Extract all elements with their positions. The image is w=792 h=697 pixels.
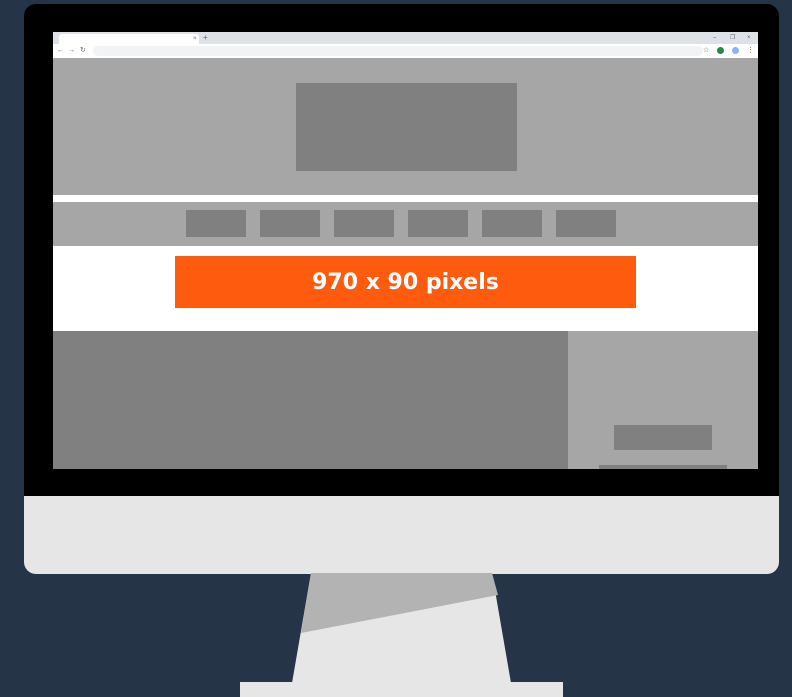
nav-bar-placeholder: [53, 202, 758, 246]
monitor-chin: [24, 496, 779, 574]
browser-screen: × + – ❐ × ← → ↻ ☆ ⋮ 970 x 90 pixels: [53, 32, 758, 469]
nav-item-placeholder: [260, 210, 320, 237]
forward-icon[interactable]: →: [68, 45, 75, 57]
nav-item-placeholder: [186, 210, 246, 237]
ad-size-label: 970 x 90 pixels: [312, 269, 499, 295]
sidebar-widget-placeholder: [614, 425, 712, 450]
monitor-base: [240, 682, 563, 697]
profile-avatar-icon[interactable]: [732, 47, 739, 54]
new-tab-icon[interactable]: +: [203, 33, 208, 43]
browser-toolbar: ← → ↻ ☆ ⋮: [53, 44, 758, 59]
browser-tab[interactable]: ×: [59, 34, 199, 44]
nav-item-placeholder: [334, 210, 394, 237]
address-bar[interactable]: [93, 46, 703, 56]
extension-icon[interactable]: [717, 47, 724, 54]
tab-strip: × + – ❐ ×: [53, 32, 758, 44]
logo-placeholder: [296, 83, 517, 171]
nav-item-placeholder: [408, 210, 468, 237]
close-tab-icon[interactable]: ×: [193, 34, 197, 44]
monitor-stand: [292, 573, 511, 683]
main-content-placeholder: [53, 331, 568, 469]
back-icon[interactable]: ←: [57, 45, 64, 57]
minimize-icon[interactable]: –: [713, 33, 716, 43]
sidebar-widget-placeholder: [599, 465, 727, 469]
leaderboard-ad-banner: 970 x 90 pixels: [175, 256, 636, 308]
bookmark-star-icon[interactable]: ☆: [703, 45, 709, 57]
nav-item-placeholder: [482, 210, 542, 237]
maximize-icon[interactable]: ❐: [730, 33, 735, 43]
reload-icon[interactable]: ↻: [80, 45, 86, 57]
menu-icon[interactable]: ⋮: [747, 45, 754, 57]
close-window-icon[interactable]: ×: [747, 33, 751, 43]
nav-item-placeholder: [556, 210, 616, 237]
